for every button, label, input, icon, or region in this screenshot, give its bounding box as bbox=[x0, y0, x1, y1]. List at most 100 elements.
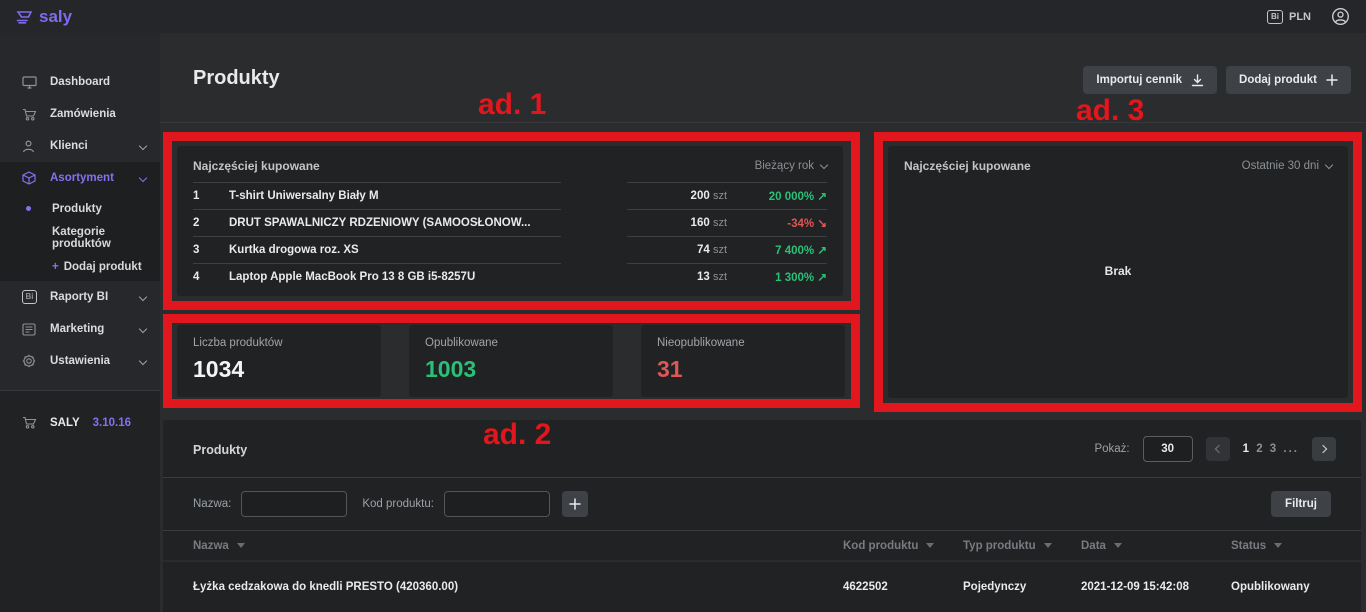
period-dropdown[interactable]: Ostatnie 30 dni bbox=[1242, 160, 1332, 172]
topbar: saly Bi PLN bbox=[0, 0, 1366, 33]
filter-button[interactable]: Filtruj bbox=[1271, 491, 1331, 517]
sort-icon bbox=[1044, 543, 1052, 548]
row-right: 74 szt 7 400% ↗ bbox=[627, 236, 827, 263]
row-left: 3 Kurtka drogowa roz. XS bbox=[193, 236, 561, 263]
currency-selector[interactable]: Bi PLN bbox=[1267, 10, 1311, 24]
code-filter-label: Kod produktu: bbox=[362, 498, 434, 510]
header-label: Typ produktu bbox=[963, 540, 1036, 552]
page-numbers[interactable]: 1 2 3 ... bbox=[1243, 443, 1299, 455]
trend-down-icon: ↘ bbox=[817, 218, 827, 230]
stat-value: 1003 bbox=[425, 356, 597, 383]
top-product-row[interactable]: 3 Kurtka drogowa roz. XS 74 szt 7 400% ↗ bbox=[177, 236, 843, 263]
page-size-input[interactable] bbox=[1143, 436, 1193, 462]
user-account-icon[interactable] bbox=[1331, 7, 1350, 26]
column-header-type[interactable]: Typ produktu bbox=[963, 540, 1081, 552]
trend: 1 300% ↗ bbox=[727, 270, 827, 284]
row-left: 1 T-shirt Uniwersalny Biały M bbox=[193, 182, 561, 209]
sidebar-item-marketing[interactable]: Marketing bbox=[0, 313, 160, 345]
logo-text: saly bbox=[39, 7, 72, 27]
top-product-row[interactable]: 4 Laptop Apple MacBook Pro 13 8 GB i5-82… bbox=[177, 263, 843, 290]
active-dot bbox=[26, 206, 31, 211]
show-label: Pokaż: bbox=[1094, 443, 1129, 455]
trend-up-icon: ↗ bbox=[817, 245, 827, 257]
sidebar-subitem-dodaj-produkt[interactable]: + Dodaj produkt bbox=[0, 252, 160, 281]
qty-unit: szt bbox=[713, 217, 727, 229]
app-logo[interactable]: saly bbox=[16, 7, 72, 27]
sort-icon bbox=[926, 543, 934, 548]
trend-value: 7 400% bbox=[775, 245, 814, 257]
rank: 2 bbox=[193, 217, 215, 229]
other-pages[interactable]: 2 3 ... bbox=[1256, 443, 1299, 455]
add-button-label: Dodaj produkt bbox=[1239, 74, 1317, 86]
add-product-button[interactable]: Dodaj produkt bbox=[1226, 66, 1351, 94]
qty-unit: szt bbox=[713, 244, 727, 256]
bi-icon: Bi bbox=[22, 290, 37, 304]
name-filter-label: Nazwa: bbox=[193, 498, 231, 510]
chevron-down-icon bbox=[1325, 160, 1333, 168]
top-products-30d-header: Najczęściej kupowane Ostatnie 30 dni bbox=[888, 146, 1348, 182]
row-right: 200 szt 20 000% ↗ bbox=[627, 182, 827, 209]
sidebar-item-dashboard[interactable]: Dashboard bbox=[0, 66, 160, 98]
period-label: Ostatnie 30 dni bbox=[1242, 160, 1319, 172]
products-list-panel: Produkty Pokaż: 1 2 3 ... Nazwa: Kod pro… bbox=[163, 420, 1361, 612]
trend-value: 20 000% bbox=[769, 191, 814, 203]
sidebar-item-label: Raporty BI bbox=[50, 291, 108, 303]
pagination: Pokaż: 1 2 3 ... bbox=[1094, 436, 1336, 462]
top-products-30d-panel: Najczęściej kupowane Ostatnie 30 dni Bra… bbox=[888, 146, 1348, 398]
plus-icon bbox=[1326, 74, 1338, 86]
sidebar-subitem-kategorie-produktow[interactable]: Kategorie produktów bbox=[0, 223, 160, 252]
column-header-date[interactable]: Data bbox=[1081, 540, 1231, 552]
sidebar-subitem-label: Kategorie produktów bbox=[52, 226, 160, 250]
row-left: 4 Laptop Apple MacBook Pro 13 8 GB i5-82… bbox=[193, 263, 561, 290]
trend: 20 000% ↗ bbox=[727, 189, 827, 203]
column-header-code[interactable]: Kod produktu bbox=[843, 540, 963, 552]
qty-unit: szt bbox=[713, 190, 727, 202]
column-header-name[interactable]: Nazwa bbox=[193, 540, 843, 552]
sidebar-item-label: Klienci bbox=[50, 140, 88, 152]
current-page[interactable]: 1 bbox=[1243, 443, 1251, 455]
quantity: 200 szt bbox=[632, 190, 727, 202]
stat-value: 31 bbox=[657, 356, 829, 383]
rank: 4 bbox=[193, 271, 215, 283]
stat-label: Opublikowane bbox=[425, 337, 597, 349]
top-product-row[interactable]: 1 T-shirt Uniwersalny Biały M 200 szt 20… bbox=[177, 182, 843, 209]
sidebar-item-raporty-bi[interactable]: Bi Raporty BI bbox=[0, 281, 160, 313]
import-pricelist-button[interactable]: Importuj cennik bbox=[1083, 66, 1217, 94]
trend-up-icon: ↗ bbox=[817, 272, 827, 284]
qty-value: 200 bbox=[691, 190, 710, 202]
cell-code: 4622502 bbox=[843, 581, 963, 593]
chevron-down-icon bbox=[140, 323, 146, 335]
period-dropdown[interactable]: Bieżący rok bbox=[755, 160, 827, 172]
banknote-icon: Bi bbox=[1267, 10, 1283, 24]
quantity: 74 szt bbox=[632, 244, 727, 256]
sidebar-item-asortyment[interactable]: Asortyment bbox=[0, 162, 160, 194]
stat-label: Nieopublikowane bbox=[657, 337, 829, 349]
import-button-label: Importuj cennik bbox=[1096, 74, 1182, 86]
product-name: Laptop Apple MacBook Pro 13 8 GB i5-8257… bbox=[229, 271, 475, 283]
sidebar-footer: SALY 3.10.16 bbox=[0, 390, 160, 612]
product-name: Kurtka drogowa roz. XS bbox=[229, 244, 359, 256]
cell-status: Opublikowany bbox=[1231, 581, 1331, 593]
sidebar-item-klienci[interactable]: Klienci bbox=[0, 130, 160, 162]
cell-date: 2021-12-09 15:42:08 bbox=[1081, 581, 1231, 593]
name-filter-input[interactable] bbox=[241, 491, 347, 517]
code-filter-input[interactable] bbox=[444, 491, 550, 517]
sidebar-item-zamowienia[interactable]: Zamówienia bbox=[0, 98, 160, 130]
sidebar-item-ustawienia[interactable]: Ustawienia bbox=[0, 345, 160, 377]
sidebar-item-label: Dashboard bbox=[50, 76, 110, 88]
prev-page-button[interactable] bbox=[1206, 437, 1230, 461]
next-page-button[interactable] bbox=[1312, 437, 1336, 461]
stat-label: Liczba produktów bbox=[193, 337, 365, 349]
app-version: 3.10.16 bbox=[93, 417, 131, 429]
table-row[interactable]: Łyżka cedzakowa do knedli PRESTO (420360… bbox=[163, 562, 1361, 611]
cell-name: Łyżka cedzakowa do knedli PRESTO (420360… bbox=[193, 581, 843, 593]
column-header-status[interactable]: Status bbox=[1231, 540, 1331, 552]
page-title: Produkty bbox=[193, 67, 280, 90]
chevron-right-icon bbox=[1318, 445, 1326, 453]
trend: -34% ↘ bbox=[727, 216, 827, 230]
add-filter-button[interactable] bbox=[562, 491, 588, 517]
monitor-icon bbox=[22, 76, 37, 89]
sidebar-subitem-produkty[interactable]: Produkty bbox=[0, 194, 160, 223]
top-product-row[interactable]: 2 DRUT SPAWALNICZY RDZENIOWY (SAMOOSŁONO… bbox=[177, 209, 843, 236]
panel-title: Najczęściej kupowane bbox=[904, 159, 1031, 173]
